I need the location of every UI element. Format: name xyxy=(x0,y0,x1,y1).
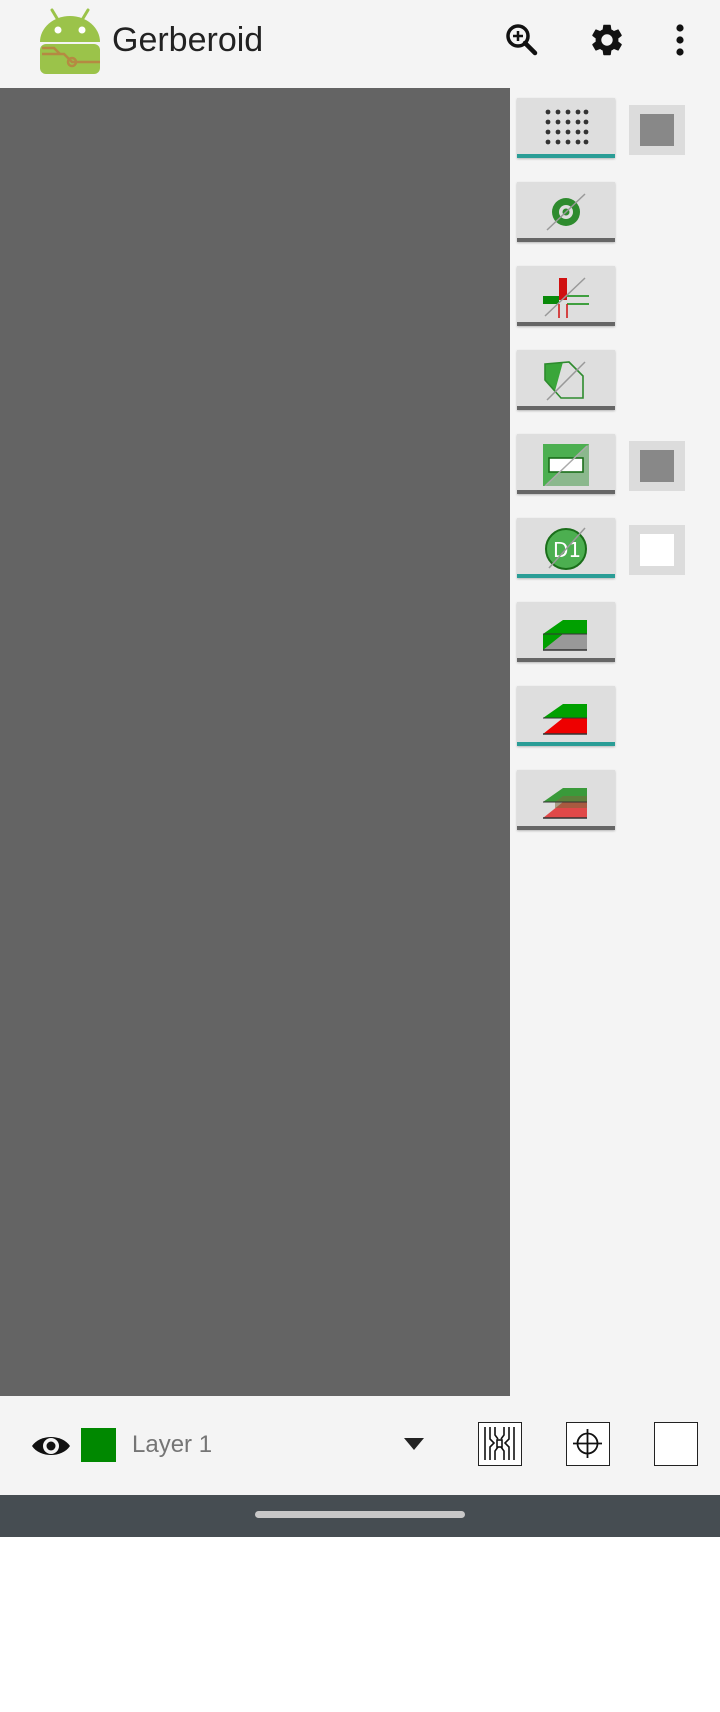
app-logo xyxy=(40,8,100,74)
region-color-swatch[interactable] xyxy=(629,441,685,491)
dcode-color-swatch[interactable] xyxy=(629,525,685,575)
layer-mode-red-button[interactable] xyxy=(517,686,615,746)
zoom-in-icon[interactable] xyxy=(498,18,546,62)
app-bar: Gerberoid xyxy=(0,0,720,88)
polygon-toggle-button[interactable] xyxy=(517,350,615,410)
dcode-icon: D1 xyxy=(545,527,587,570)
tool-active-indicator xyxy=(517,154,615,158)
layer-color-swatch[interactable] xyxy=(81,1428,116,1462)
gear-icon[interactable] xyxy=(583,18,631,62)
app-title: Gerberoid xyxy=(112,21,264,59)
grid-dots-icon xyxy=(545,109,589,145)
layer-stack-gray-icon xyxy=(543,620,587,651)
swatch-color xyxy=(640,534,674,566)
eye-icon[interactable] xyxy=(30,1426,72,1466)
tool-inactive-indicator xyxy=(517,826,615,830)
pcb-view-button[interactable] xyxy=(478,1422,522,1466)
layer-mode-transparent-button[interactable] xyxy=(517,770,615,830)
crosshair-icon xyxy=(573,1429,602,1458)
swatch-color xyxy=(640,114,674,146)
more-vert-icon[interactable] xyxy=(656,18,704,62)
dcode-toggle-button[interactable]: D1 xyxy=(517,518,615,578)
tracks-icon xyxy=(543,277,589,318)
layer-select-value[interactable]: Layer 1 xyxy=(132,1429,212,1461)
home-gesture-handle[interactable] xyxy=(255,1511,465,1518)
layer-stack-red-icon xyxy=(543,704,587,735)
pcb-icon xyxy=(484,1427,515,1460)
gerber-canvas[interactable] xyxy=(0,88,510,1396)
tool-inactive-indicator xyxy=(517,658,615,662)
region-fill-icon xyxy=(543,444,589,486)
tracks-toggle-button[interactable] xyxy=(517,266,615,326)
blank-square-button[interactable] xyxy=(654,1422,698,1466)
layer-stack-transparent-icon xyxy=(543,788,587,819)
tool-inactive-indicator xyxy=(517,238,615,242)
tool-inactive-indicator xyxy=(517,490,615,494)
tool-active-indicator xyxy=(517,574,615,578)
swatch-color xyxy=(640,450,674,482)
polygon-fill-icon xyxy=(544,361,586,401)
layer-mode-gray-button[interactable] xyxy=(517,602,615,662)
region-toggle-button[interactable] xyxy=(517,434,615,494)
system-nav-bar xyxy=(0,1495,720,1537)
grid-toggle-button[interactable] xyxy=(517,98,615,158)
grid-color-swatch[interactable] xyxy=(629,105,685,155)
pad-ring-icon xyxy=(546,193,586,231)
pads-toggle-button[interactable] xyxy=(517,182,615,242)
layer-bar: Layer 1 xyxy=(0,1396,720,1495)
center-view-button[interactable] xyxy=(566,1422,610,1466)
tool-inactive-indicator xyxy=(517,322,615,326)
tool-active-indicator xyxy=(517,742,615,746)
chevron-down-icon[interactable] xyxy=(400,1436,428,1452)
tool-inactive-indicator xyxy=(517,406,615,410)
